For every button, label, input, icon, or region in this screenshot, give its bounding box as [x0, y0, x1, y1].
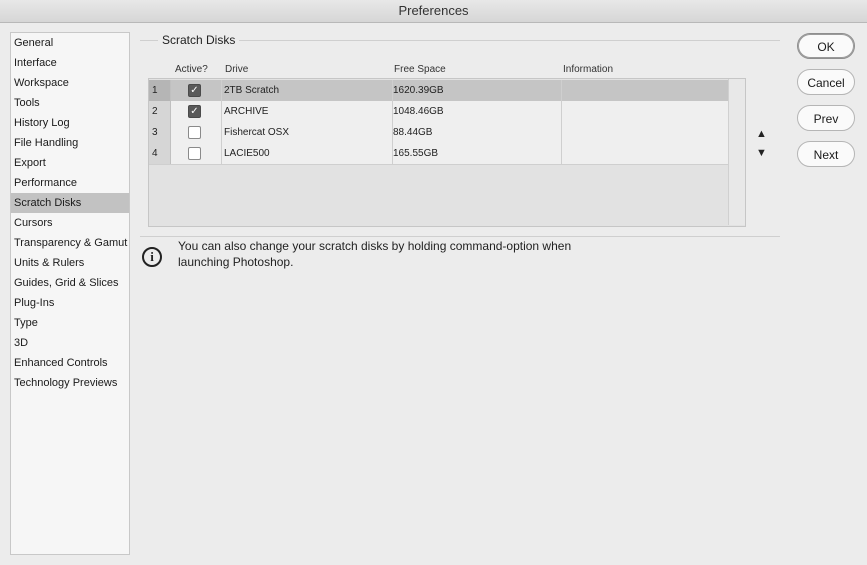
active-cell: ✓ — [172, 80, 222, 101]
table-row[interactable]: 4 LACIE500 165.55GB — [149, 143, 728, 165]
move-down-icon[interactable]: ▼ — [756, 147, 767, 159]
drive-information — [560, 122, 728, 143]
sidebar-item-performance[interactable]: Performance — [11, 173, 129, 193]
sidebar-item-scratch-disks[interactable]: Scratch Disks — [11, 193, 129, 213]
column-header-drive: Drive — [225, 64, 249, 75]
free-space: 165.55GB — [391, 143, 562, 164]
free-space: 1048.46GB — [391, 101, 562, 122]
info-message: You can also change your scratch disks b… — [178, 239, 572, 269]
row-number: 3 — [149, 122, 171, 143]
sidebar-item-cursors[interactable]: Cursors — [11, 213, 129, 233]
ok-button[interactable]: OK — [797, 33, 855, 59]
active-checkbox[interactable] — [188, 147, 201, 160]
group-title: Scratch Disks — [158, 33, 240, 47]
active-checkbox[interactable]: ✓ — [188, 105, 201, 118]
drive-information — [560, 101, 728, 122]
table-row[interactable]: 3 Fishercat OSX 88.44GB — [149, 122, 728, 144]
move-up-icon[interactable]: ▲ — [756, 128, 767, 140]
row-number: 1 — [149, 80, 171, 101]
drive-name: Fishercat OSX — [222, 122, 393, 143]
drive-name: ARCHIVE — [222, 101, 393, 122]
sidebar-item-transparency-gamut[interactable]: Transparency & Gamut — [11, 233, 129, 253]
preferences-sidebar: General Interface Workspace Tools Histor… — [10, 32, 130, 555]
next-button[interactable]: Next — [797, 141, 855, 167]
sidebar-item-interface[interactable]: Interface — [11, 53, 129, 73]
active-cell: ✓ — [172, 101, 222, 122]
sidebar-item-guides-grid-slices[interactable]: Guides, Grid & Slices — [11, 273, 129, 293]
sidebar-item-tools[interactable]: Tools — [11, 93, 129, 113]
active-checkbox[interactable]: ✓ — [188, 84, 201, 97]
sidebar-item-3d[interactable]: 3D — [11, 333, 129, 353]
sidebar-item-general[interactable]: General — [11, 33, 129, 53]
window-title: Preferences — [0, 0, 867, 23]
active-cell — [172, 143, 222, 164]
active-checkbox[interactable] — [188, 126, 201, 139]
sidebar-item-export[interactable]: Export — [11, 153, 129, 173]
table-row[interactable]: 1 ✓ 2TB Scratch 1620.39GB — [149, 80, 728, 102]
sidebar-item-technology-previews[interactable]: Technology Previews — [11, 373, 129, 393]
row-number: 2 — [149, 101, 171, 122]
free-space: 1620.39GB — [391, 80, 562, 101]
sidebar-item-enhanced-controls[interactable]: Enhanced Controls — [11, 353, 129, 373]
column-header-free-space: Free Space — [394, 64, 446, 75]
sidebar-item-workspace[interactable]: Workspace — [11, 73, 129, 93]
free-space: 88.44GB — [391, 122, 562, 143]
table-row[interactable]: 2 ✓ ARCHIVE 1048.46GB — [149, 101, 728, 123]
row-number: 4 — [149, 143, 171, 164]
sidebar-item-plug-ins[interactable]: Plug-Ins — [11, 293, 129, 313]
active-cell — [172, 122, 222, 143]
prev-button[interactable]: Prev — [797, 105, 855, 131]
drive-information — [560, 80, 728, 101]
drive-information — [560, 143, 728, 164]
drive-name: LACIE500 — [222, 143, 393, 164]
sidebar-item-file-handling[interactable]: File Handling — [11, 133, 129, 153]
column-header-active: Active? — [175, 64, 208, 75]
column-header-information: Information — [563, 64, 614, 75]
info-icon: i — [142, 247, 162, 267]
cancel-button[interactable]: Cancel — [797, 69, 855, 95]
sidebar-item-units-rulers[interactable]: Units & Rulers — [11, 253, 129, 273]
drive-name: 2TB Scratch — [222, 80, 393, 101]
table-scroll-track[interactable] — [728, 79, 745, 225]
sidebar-item-history-log[interactable]: History Log — [11, 113, 129, 133]
sidebar-item-type[interactable]: Type — [11, 313, 129, 333]
